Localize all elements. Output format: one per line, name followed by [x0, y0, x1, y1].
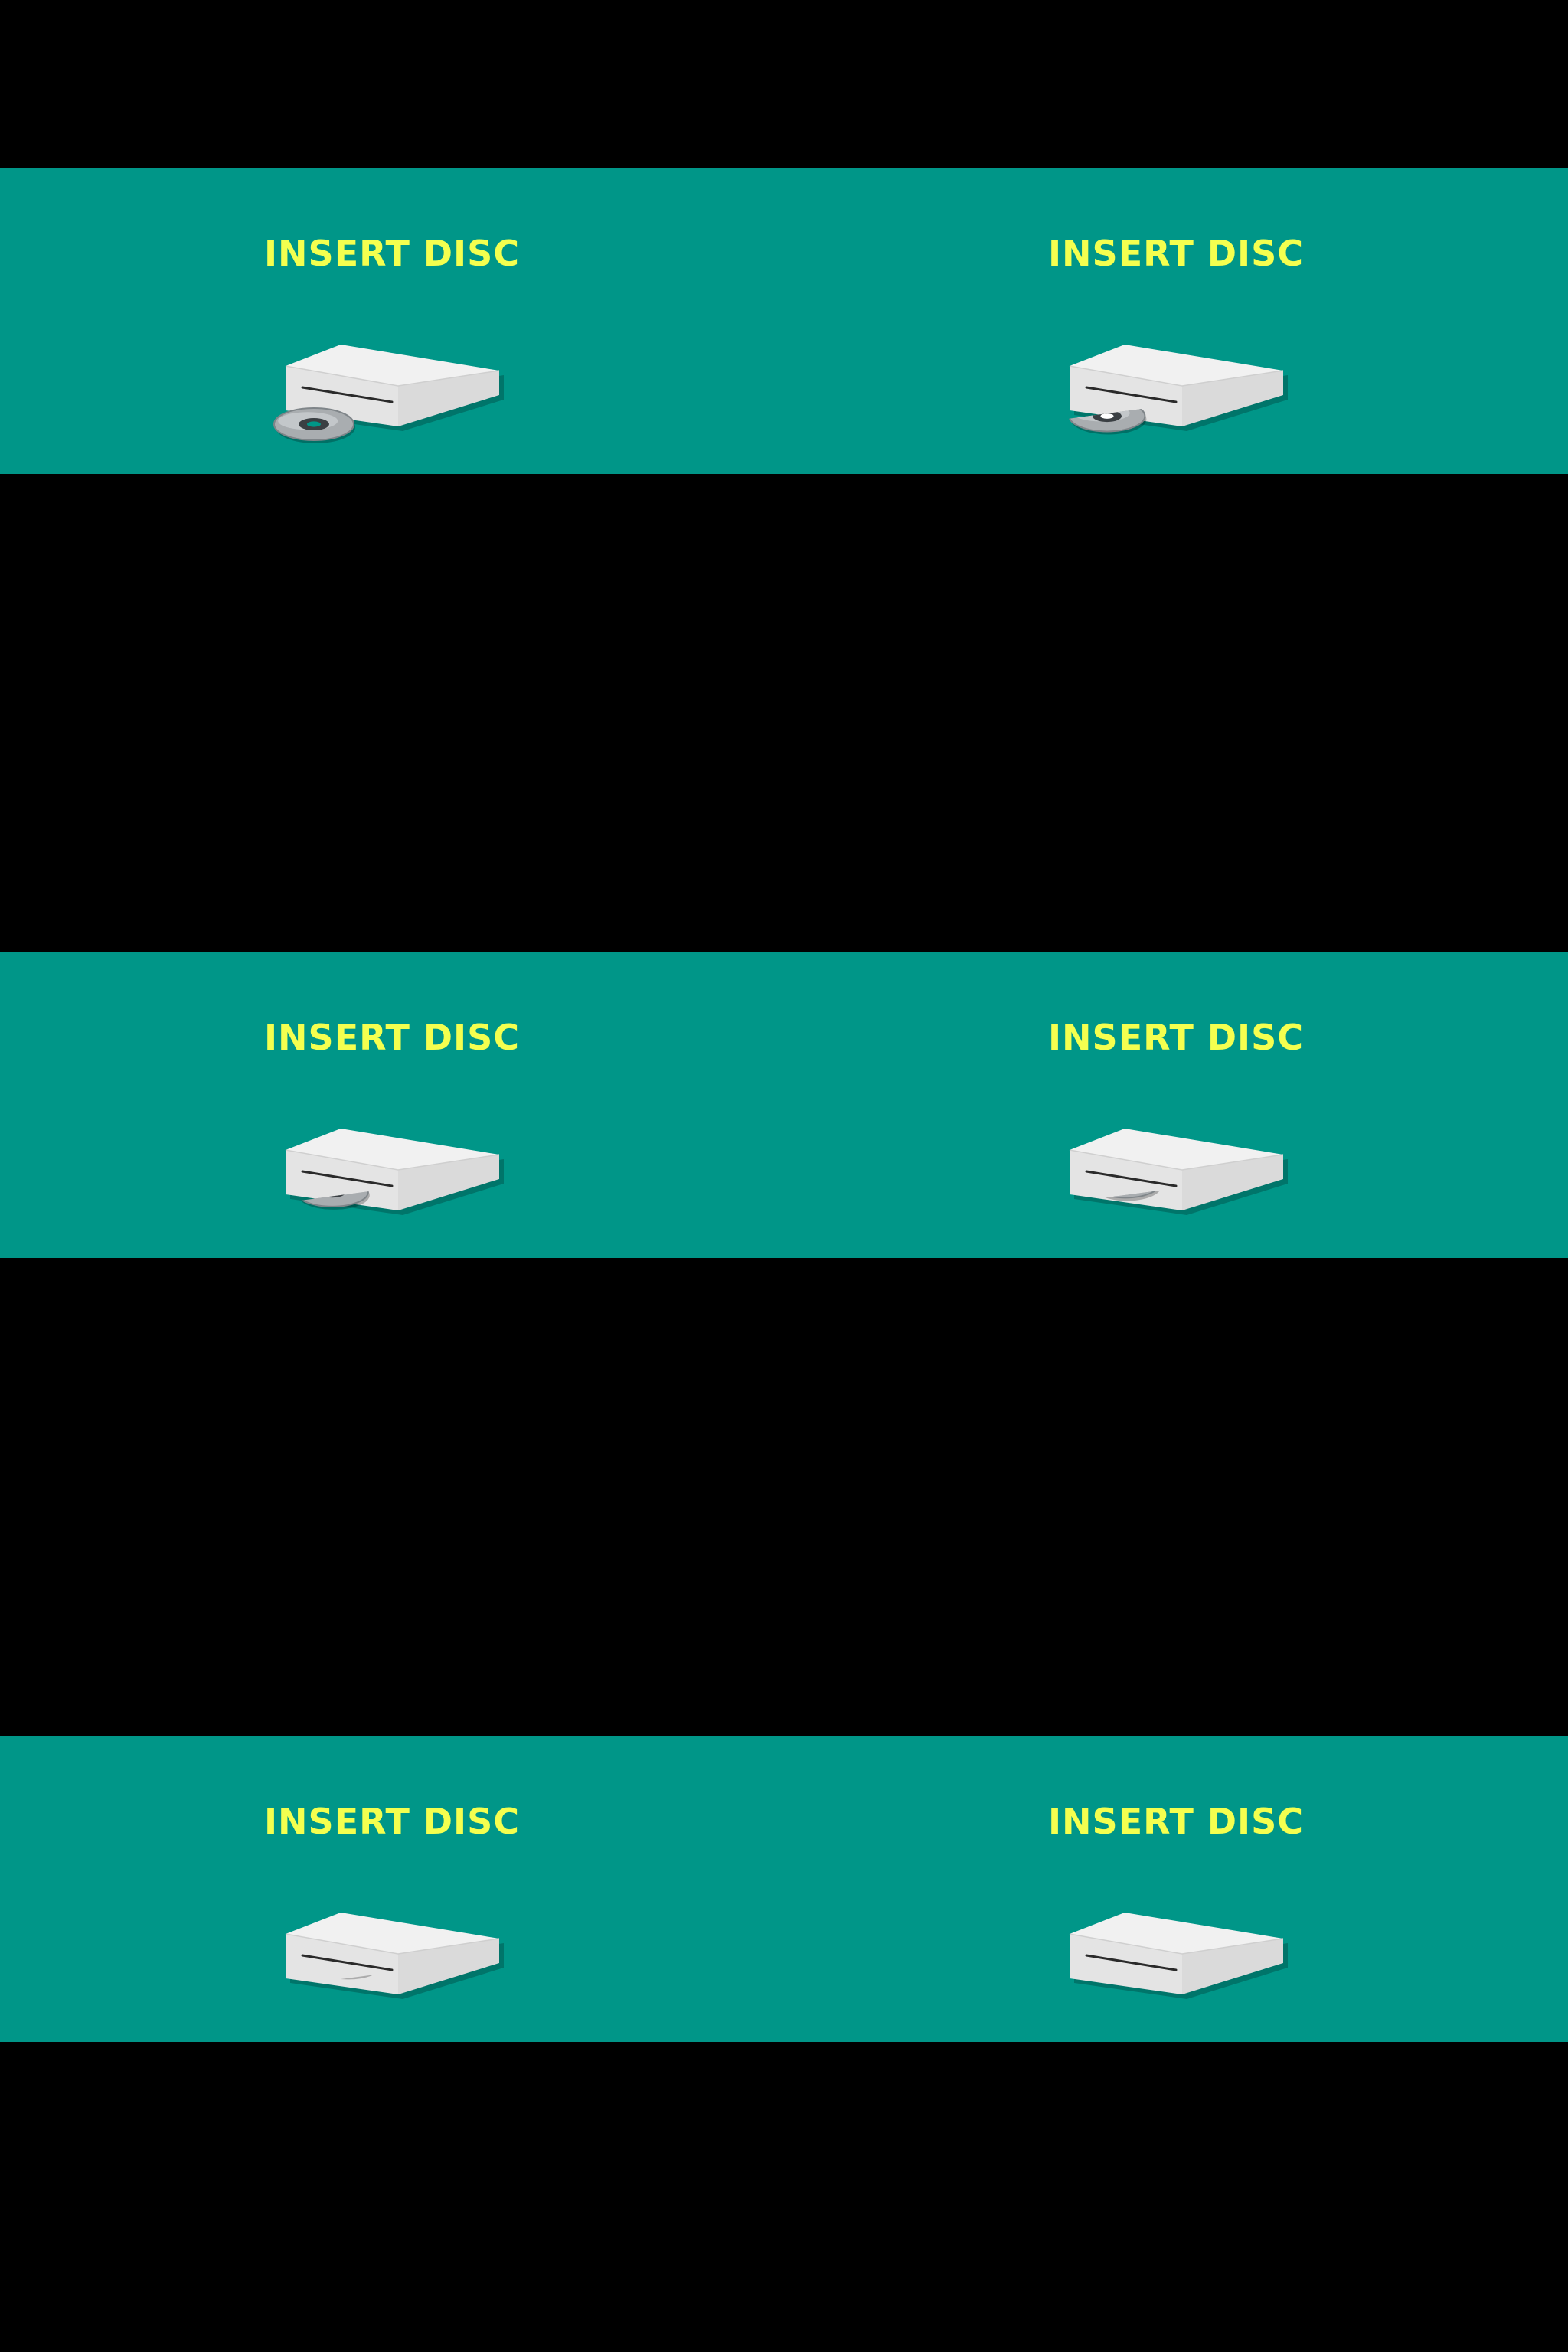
- animation-frame-6: INSERT DISC: [784, 1736, 1568, 2042]
- animation-band-1: INSERT DISC INSERT DISC: [0, 168, 1568, 474]
- optical-drive-icon: [285, 1913, 504, 1999]
- optical-drive-icon: [1068, 345, 1288, 435]
- animation-frame-3: INSERT DISC: [0, 952, 784, 1258]
- optical-drive-icon: [1069, 1129, 1288, 1215]
- optical-drive-icon: [1069, 1913, 1288, 1999]
- insert-disc-title: INSERT DISC: [263, 1801, 521, 1842]
- disc-hole: [1100, 413, 1114, 419]
- optical-drive-icon: [273, 345, 504, 443]
- insert-disc-title: INSERT DISC: [263, 233, 521, 274]
- insert-disc-title: INSERT DISC: [1047, 1017, 1305, 1058]
- animation-frame-1: INSERT DISC: [0, 168, 784, 474]
- insert-disc-title: INSERT DISC: [1047, 1801, 1305, 1842]
- optical-drive-icon: [285, 1129, 504, 1215]
- animation-band-3: INSERT DISC INSERT DISC: [0, 1736, 1568, 2042]
- insert-disc-title: INSERT DISC: [263, 1017, 521, 1058]
- animation-frame-2: INSERT DISC: [784, 168, 1568, 474]
- animation-band-2: INSERT DISC INSERT DISC: [0, 952, 1568, 1258]
- disc-hole: [307, 421, 321, 427]
- animation-frame-4: INSERT DISC: [784, 952, 1568, 1258]
- disc-icon: [273, 407, 355, 443]
- animation-frame-5: INSERT DISC: [0, 1736, 784, 2042]
- insert-disc-title: INSERT DISC: [1047, 233, 1305, 274]
